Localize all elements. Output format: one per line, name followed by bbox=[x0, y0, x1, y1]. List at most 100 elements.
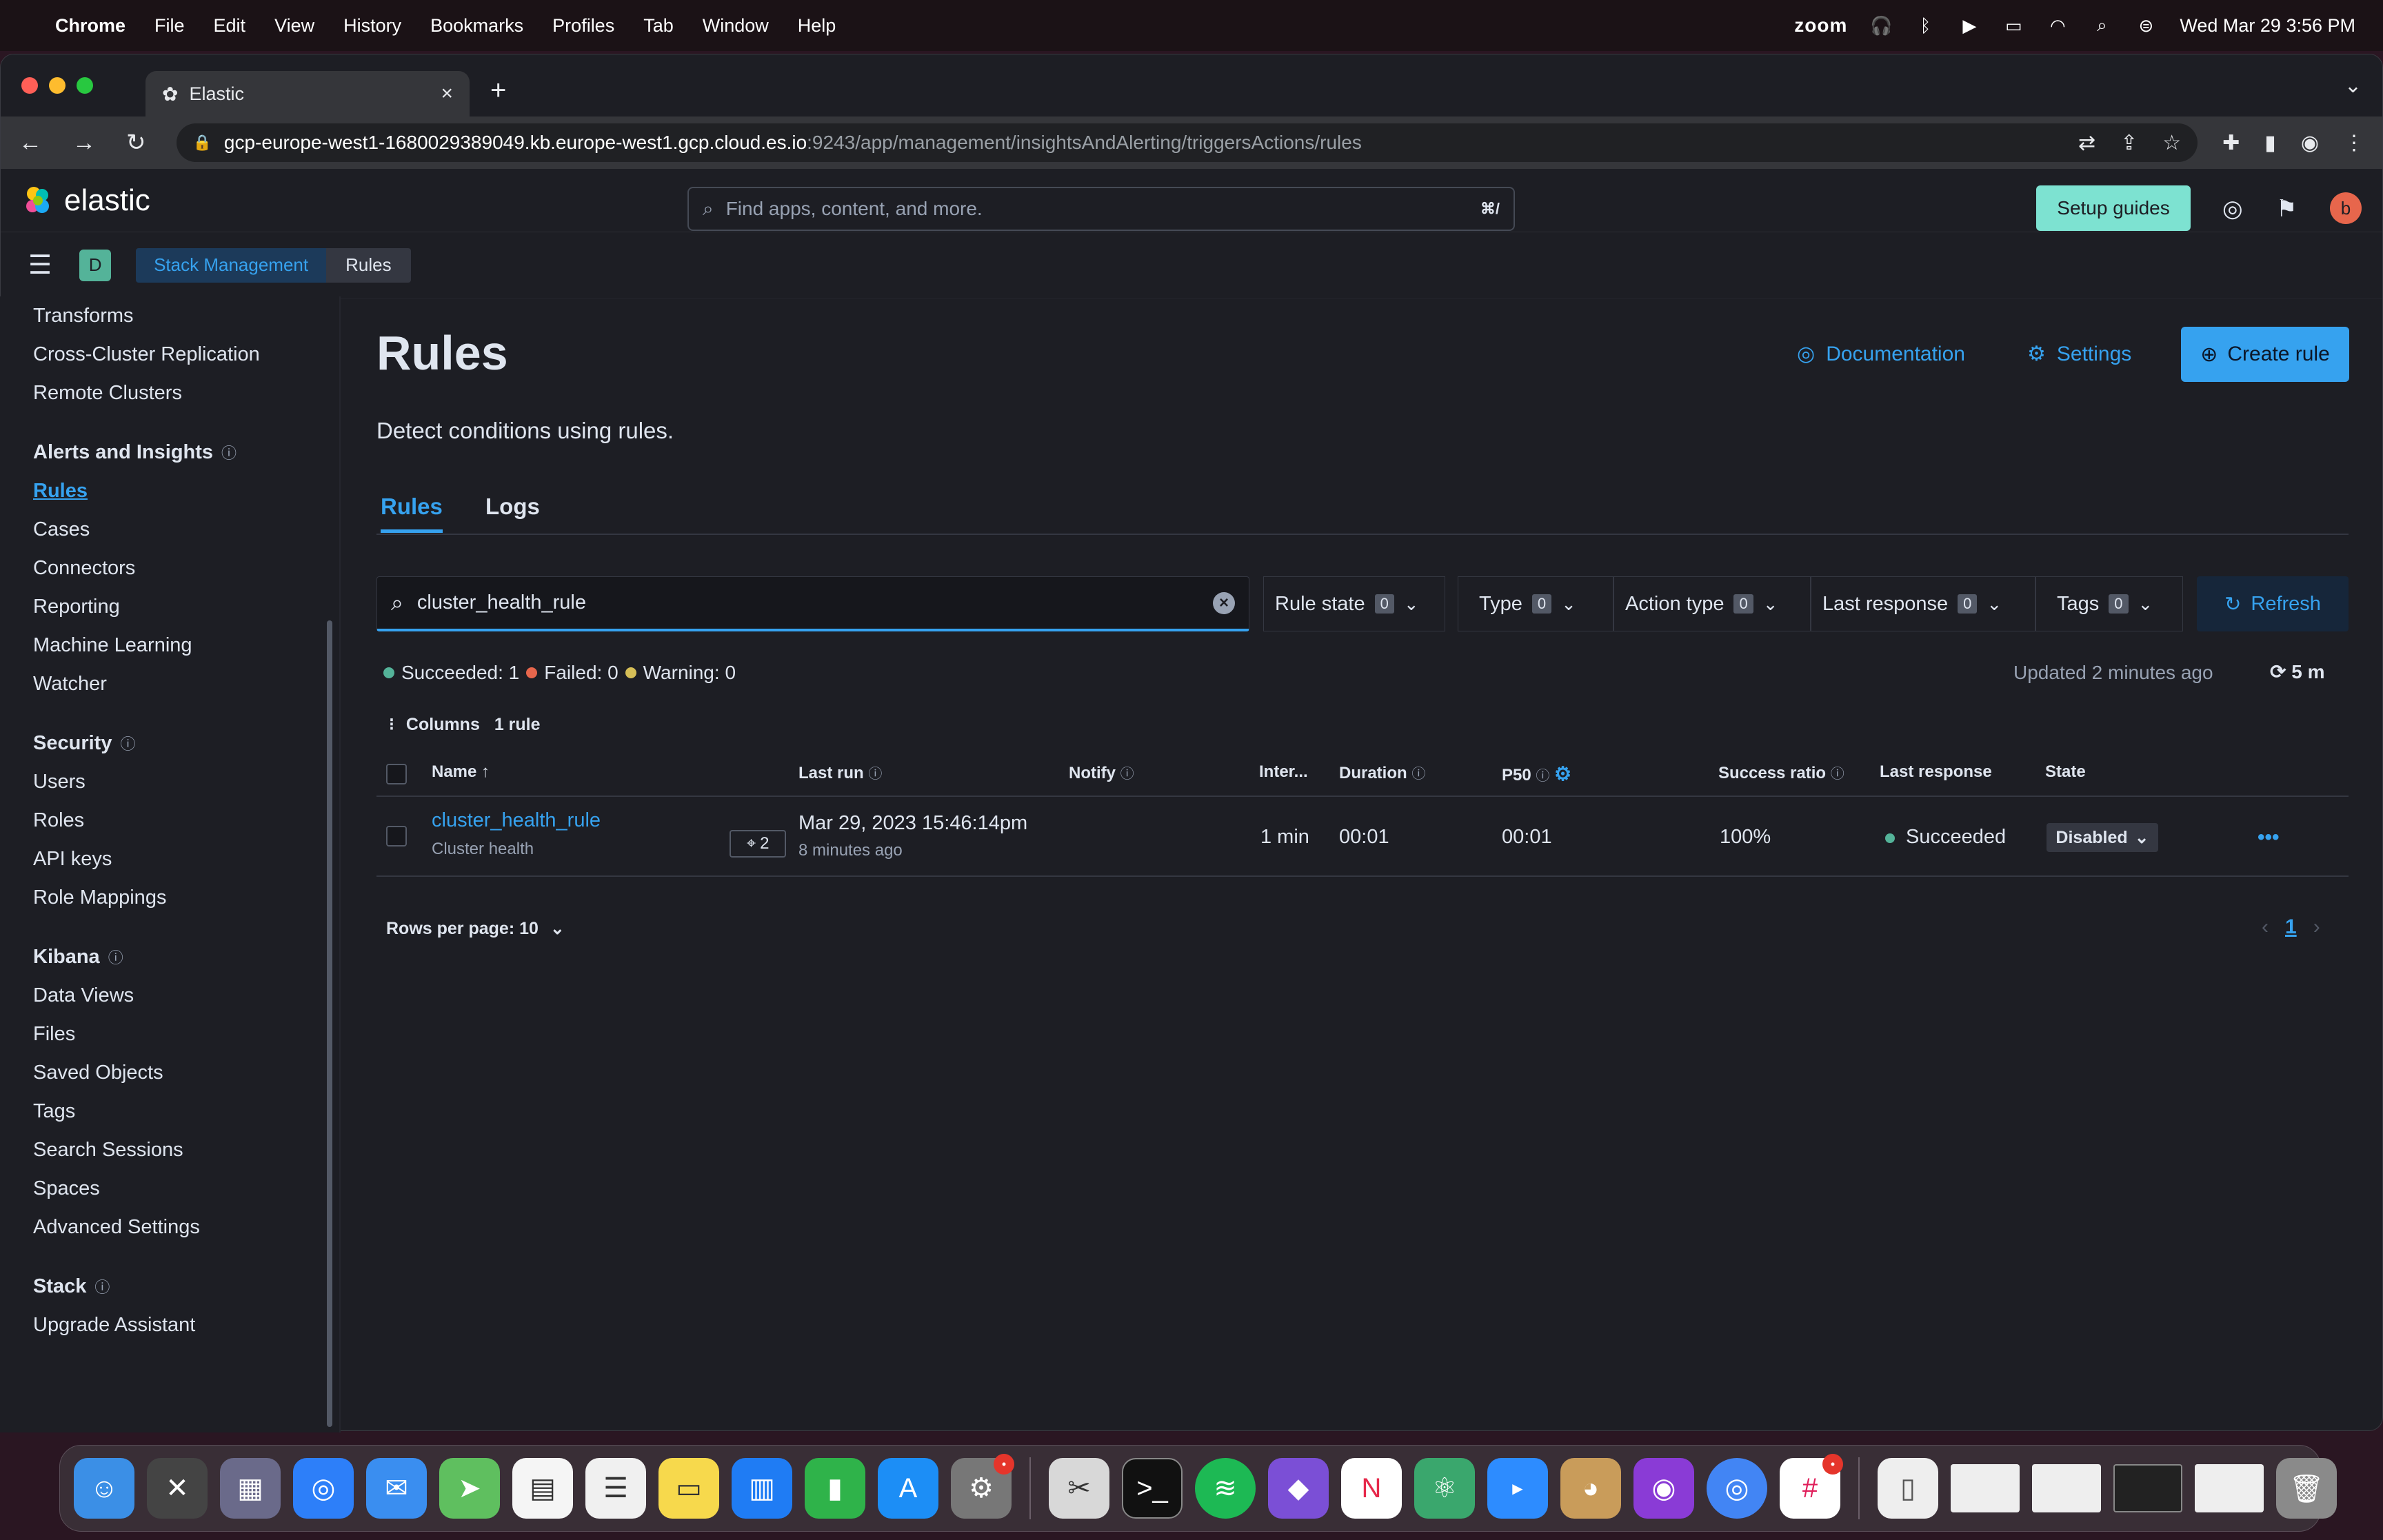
tags-badge[interactable]: ⌖ 2 bbox=[730, 830, 786, 858]
minimize-window-button[interactable] bbox=[49, 77, 66, 94]
tab-logs[interactable]: Logs bbox=[485, 494, 540, 520]
col-notify[interactable]: Notify ⓘ bbox=[1069, 762, 1134, 783]
sidebar-item-machine-learning[interactable]: Machine Learning bbox=[33, 626, 339, 665]
sidebar-item-spaces[interactable]: Spaces bbox=[33, 1169, 339, 1208]
sidebar-item-reporting[interactable]: Reporting bbox=[33, 587, 339, 626]
bluetooth-icon[interactable]: ᛒ bbox=[1915, 15, 1935, 36]
side-panel-icon[interactable]: ▮ bbox=[2264, 131, 2276, 155]
sidebar-item-search-sessions[interactable]: Search Sessions bbox=[33, 1131, 339, 1169]
global-search-input[interactable]: ⌕ Find apps, content, and more. ⌘/ bbox=[687, 187, 1515, 231]
user-avatar[interactable]: b bbox=[2330, 192, 2362, 224]
col-last-response[interactable]: Last response bbox=[1880, 762, 1992, 782]
sidebar-item-cases[interactable]: Cases bbox=[33, 510, 339, 549]
share-icon[interactable]: ⇪ bbox=[2120, 131, 2138, 155]
terminal-icon[interactable]: >_ bbox=[1122, 1458, 1183, 1519]
translate-icon[interactable]: ⇄ bbox=[2078, 131, 2095, 155]
sidebar-item-role-mappings[interactable]: Role Mappings bbox=[33, 878, 339, 917]
sidebar-item-saved-objects[interactable]: Saved Objects bbox=[33, 1053, 339, 1092]
battery-icon[interactable]: ▭ bbox=[2003, 15, 2024, 36]
control-center-icon[interactable]: ⊜ bbox=[2135, 15, 2156, 36]
refresh-button[interactable]: ↻ Refresh bbox=[2197, 576, 2349, 631]
menubar-clock[interactable]: Wed Mar 29 3:56 PM bbox=[2180, 15, 2355, 37]
sidebar-item-watcher[interactable]: Watcher bbox=[33, 665, 339, 703]
paint-palette-icon[interactable]: ◕ bbox=[1560, 1458, 1621, 1519]
close-window-button[interactable] bbox=[21, 77, 38, 94]
sidebar-scrollbar[interactable] bbox=[327, 620, 332, 1427]
sidebar-item-api-keys[interactable]: API keys bbox=[33, 840, 339, 878]
page-number[interactable]: 1 bbox=[2285, 915, 2297, 939]
sidebar-item-remote-clusters[interactable]: Remote Clusters bbox=[33, 374, 339, 412]
menu-bookmarks[interactable]: Bookmarks bbox=[430, 15, 523, 37]
headphones-icon[interactable]: 🎧 bbox=[1870, 15, 1892, 36]
reminders-icon[interactable]: ☰ bbox=[585, 1458, 646, 1519]
filter-action-type[interactable]: Action type 0 ⌄ bbox=[1613, 576, 1811, 631]
sidebar-item-advanced-settings[interactable]: Advanced Settings bbox=[33, 1208, 339, 1246]
safari-icon[interactable]: ◎ bbox=[293, 1458, 354, 1519]
next-page-icon[interactable]: › bbox=[2313, 915, 2320, 939]
rules-search-input[interactable]: ⌕ cluster_health_rule × bbox=[376, 576, 1249, 631]
trash-icon[interactable]: 🗑 bbox=[2276, 1458, 2337, 1519]
sidebar-item-roles[interactable]: Roles bbox=[33, 801, 339, 840]
atom-icon[interactable]: ⚛ bbox=[1414, 1458, 1475, 1519]
new-tab-button[interactable]: + bbox=[490, 75, 506, 106]
menu-app-name[interactable]: Chrome bbox=[55, 15, 125, 37]
gear-icon[interactable]: ⚙ bbox=[1554, 763, 1571, 784]
launchpad-icon[interactable]: ▦ bbox=[220, 1458, 281, 1519]
row-checkbox[interactable] bbox=[386, 826, 407, 847]
menu-file[interactable]: File bbox=[154, 15, 185, 37]
wifi-icon[interactable]: ◠ bbox=[2047, 15, 2068, 36]
window-thumbnail[interactable] bbox=[2032, 1464, 2101, 1512]
sidebar-item-upgrade-assistant[interactable]: Upgrade Assistant bbox=[33, 1306, 339, 1344]
close-tab-icon[interactable]: × bbox=[441, 82, 453, 105]
clear-search-icon[interactable]: × bbox=[1213, 591, 1235, 614]
tab-rules[interactable]: Rules bbox=[381, 494, 443, 533]
back-button[interactable]: ← bbox=[19, 130, 42, 156]
filter-type[interactable]: Type 0 ⌄ bbox=[1458, 576, 1613, 631]
prev-page-icon[interactable]: ‹ bbox=[2262, 915, 2269, 939]
sidebar-item-rules[interactable]: Rules bbox=[33, 472, 339, 510]
col-state[interactable]: State bbox=[2045, 762, 2086, 782]
filter-tags[interactable]: Tags 0 ⌄ bbox=[2035, 576, 2183, 631]
col-name[interactable]: Name ↑ bbox=[432, 762, 490, 782]
profile-avatar-icon[interactable]: ◉ bbox=[2301, 131, 2319, 155]
refresh-interval[interactable]: ⟳ 5 m bbox=[2270, 660, 2325, 683]
create-rule-button[interactable]: ⊕ Create rule bbox=[2181, 327, 2349, 382]
window-thumbnail[interactable] bbox=[1951, 1464, 2020, 1512]
window-thumbnail[interactable] bbox=[2195, 1464, 2264, 1512]
bookmark-star-icon[interactable]: ☆ bbox=[2162, 131, 2181, 155]
calendar-icon[interactable]: ▤ bbox=[512, 1458, 573, 1519]
browser-menu-icon[interactable]: ⋮ bbox=[2344, 131, 2364, 155]
sidebar-item-transforms[interactable]: Transforms bbox=[33, 296, 339, 335]
menu-tab[interactable]: Tab bbox=[643, 15, 674, 37]
lock-icon[interactable]: 🔒 bbox=[193, 134, 212, 152]
url-field[interactable]: 🔒 gcp-europe-west1-1680029389049.kb.euro… bbox=[176, 123, 2198, 162]
sidebar-item-users[interactable]: Users bbox=[33, 762, 339, 801]
chrome-icon[interactable]: ◎ bbox=[1707, 1458, 1767, 1519]
documentation-link[interactable]: ◎ Documentation bbox=[1797, 342, 1965, 366]
settings-button[interactable]: ⚙ Settings bbox=[2027, 342, 2131, 366]
space-avatar[interactable]: D bbox=[79, 249, 112, 281]
state-dropdown[interactable]: Disabled ⌄ bbox=[2047, 823, 2158, 852]
zoom-status-icon[interactable]: zoom bbox=[1794, 14, 1847, 37]
utility-app-icon[interactable]: ✂ bbox=[1049, 1458, 1109, 1519]
window-thumbnail[interactable] bbox=[2113, 1464, 2182, 1512]
system-preferences-icon[interactable]: ⚙ • bbox=[951, 1454, 1014, 1519]
mission-control-icon[interactable]: ✕ bbox=[147, 1458, 208, 1519]
breadcrumb-stack-management[interactable]: Stack Management bbox=[136, 247, 327, 283]
spotify-icon[interactable]: ≋ bbox=[1195, 1458, 1256, 1519]
visual-studio-icon[interactable]: ◆ bbox=[1268, 1458, 1329, 1519]
col-duration[interactable]: Duration ⓘ bbox=[1339, 762, 1425, 783]
tab-search-chevron-icon[interactable]: ⌄ bbox=[2344, 74, 2362, 98]
play-icon[interactable]: ▶ bbox=[1959, 15, 1980, 36]
col-p50[interactable]: P50 ⓘ ⚙ bbox=[1502, 762, 1571, 785]
menu-view[interactable]: View bbox=[274, 15, 314, 37]
filter-last-response[interactable]: Last response 0 ⌄ bbox=[1811, 576, 2035, 631]
sidebar-item-ccr[interactable]: Cross-Cluster Replication bbox=[33, 335, 339, 374]
hamburger-menu-icon[interactable]: ☰ bbox=[28, 250, 52, 281]
news-feed-icon[interactable]: ⚑ bbox=[2276, 195, 2297, 223]
news-icon[interactable]: N bbox=[1341, 1458, 1402, 1519]
slack-icon[interactable]: # • bbox=[1780, 1454, 1843, 1519]
browser-tab-elastic[interactable]: ✿ Elastic × bbox=[145, 71, 470, 116]
maps-icon[interactable]: ➤ bbox=[439, 1458, 500, 1519]
menu-window[interactable]: Window bbox=[703, 15, 769, 37]
